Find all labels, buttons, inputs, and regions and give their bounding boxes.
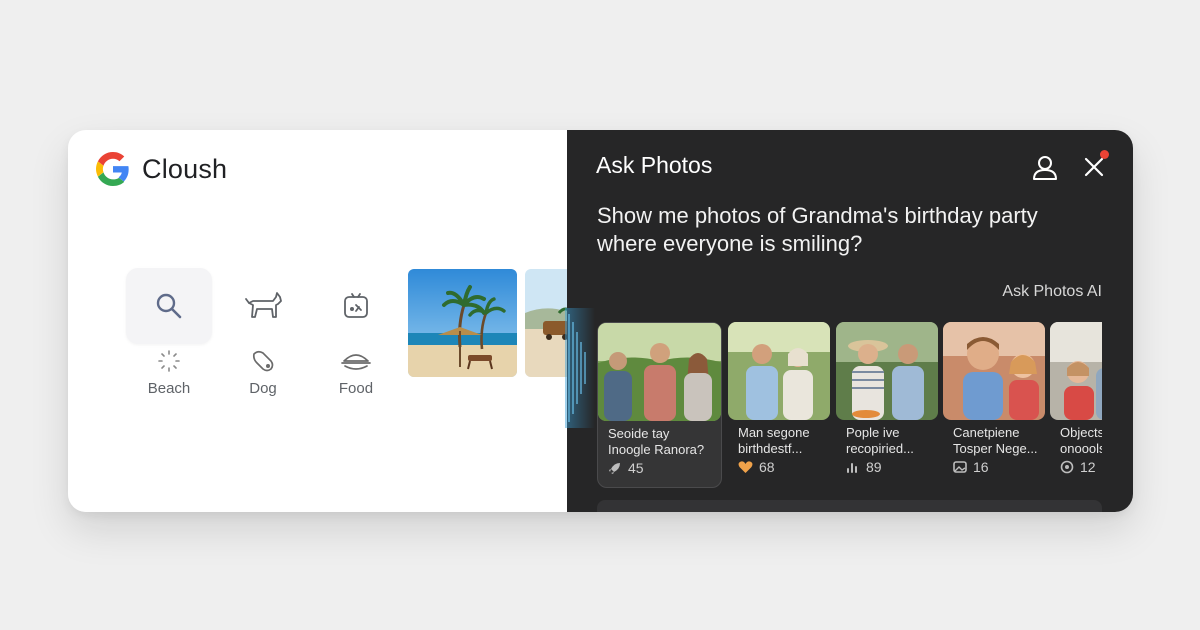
- category-label: Food: [338, 380, 374, 397]
- result-count: 12: [1080, 459, 1096, 475]
- account-icon: [1033, 156, 1057, 180]
- result-caption: Man segone birthdestf...: [738, 425, 810, 456]
- photos-browse-panel: Cloush Beach Dog Food: [68, 130, 585, 512]
- category-label: Dog: [249, 380, 277, 397]
- result-photo: [1050, 322, 1102, 420]
- category-tile[interactable]: [126, 268, 212, 344]
- close-icon: [1084, 157, 1104, 177]
- settings-icon: [1060, 460, 1074, 474]
- ai-glow-decoration: [565, 308, 595, 428]
- result-photo: [943, 322, 1045, 420]
- result-caption: Seoide tay Inoogle Ranora?: [608, 426, 705, 457]
- photos-window: Cloush Beach Dog Food Ask Photos Show me…: [68, 130, 1133, 512]
- beach-palm-photo[interactable]: [408, 269, 517, 377]
- category-dog[interactable]: Dog: [220, 268, 306, 397]
- result-photo: [728, 322, 830, 420]
- category-label: Beach: [147, 380, 191, 397]
- category-tile[interactable]: [313, 268, 399, 344]
- prompt-input-bar[interactable]: [597, 500, 1102, 512]
- result-card[interactable]: Objects onoools 12: [1050, 322, 1102, 488]
- result-count: 45: [628, 460, 644, 476]
- result-meta: 89: [846, 459, 882, 475]
- query-text: Show me photos of Grandma's birthday par…: [597, 203, 1038, 256]
- result-meta: 68: [738, 459, 775, 475]
- food-dish-icon: [340, 346, 372, 376]
- result-photo: [598, 323, 721, 421]
- app-title: Cloush: [142, 153, 228, 184]
- result-photo: [836, 322, 938, 420]
- google-g-logo-icon: [96, 152, 129, 186]
- result-card[interactable]: Seoide tay Inoogle Ranora? 45: [597, 322, 722, 488]
- dog-icon: [245, 292, 282, 318]
- result-count: 16: [973, 459, 989, 475]
- result-count: 68: [759, 459, 775, 475]
- category-food[interactable]: Food: [313, 268, 399, 397]
- rocket-icon: [609, 463, 620, 474]
- result-card[interactable]: Canetpiene Tosper Nege... 16: [943, 322, 1045, 488]
- food-tile-icon: [344, 293, 368, 318]
- result-card[interactable]: Man segone birthdestf... 68: [728, 322, 830, 488]
- result-caption: Objects onoools: [1060, 425, 1102, 456]
- result-card[interactable]: Pople ive recopiried... 89: [836, 322, 938, 488]
- result-meta: 12: [1060, 459, 1096, 475]
- heart-icon: [738, 461, 753, 473]
- search-icon: [156, 293, 182, 319]
- result-count: 89: [866, 459, 882, 475]
- photo-icon: [953, 461, 967, 473]
- panel-title: Ask Photos: [596, 152, 713, 178]
- category-beach[interactable]: Beach: [126, 268, 212, 397]
- result-caption: Pople ive recopiried...: [846, 425, 914, 456]
- account-button[interactable]: [1030, 152, 1060, 182]
- category-tile[interactable]: [220, 268, 306, 344]
- result-meta: 16: [953, 459, 989, 475]
- loading-spinner-icon: [157, 346, 181, 376]
- dog-head-icon: [249, 346, 277, 376]
- brand-header: Cloush: [96, 152, 227, 186]
- ask-photos-panel: Ask Photos Show me photos of Grandma's b…: [565, 130, 1133, 512]
- results-carousel: Seoide tay Inoogle Ranora? 45 Man segone…: [597, 322, 1102, 488]
- result-caption: Canetpiene Tosper Nege...: [953, 425, 1038, 456]
- ai-label: Ask Photos AI: [1002, 283, 1102, 300]
- notification-dot: [1100, 150, 1109, 159]
- result-meta: 45: [608, 460, 644, 476]
- chart-icon: [847, 463, 857, 473]
